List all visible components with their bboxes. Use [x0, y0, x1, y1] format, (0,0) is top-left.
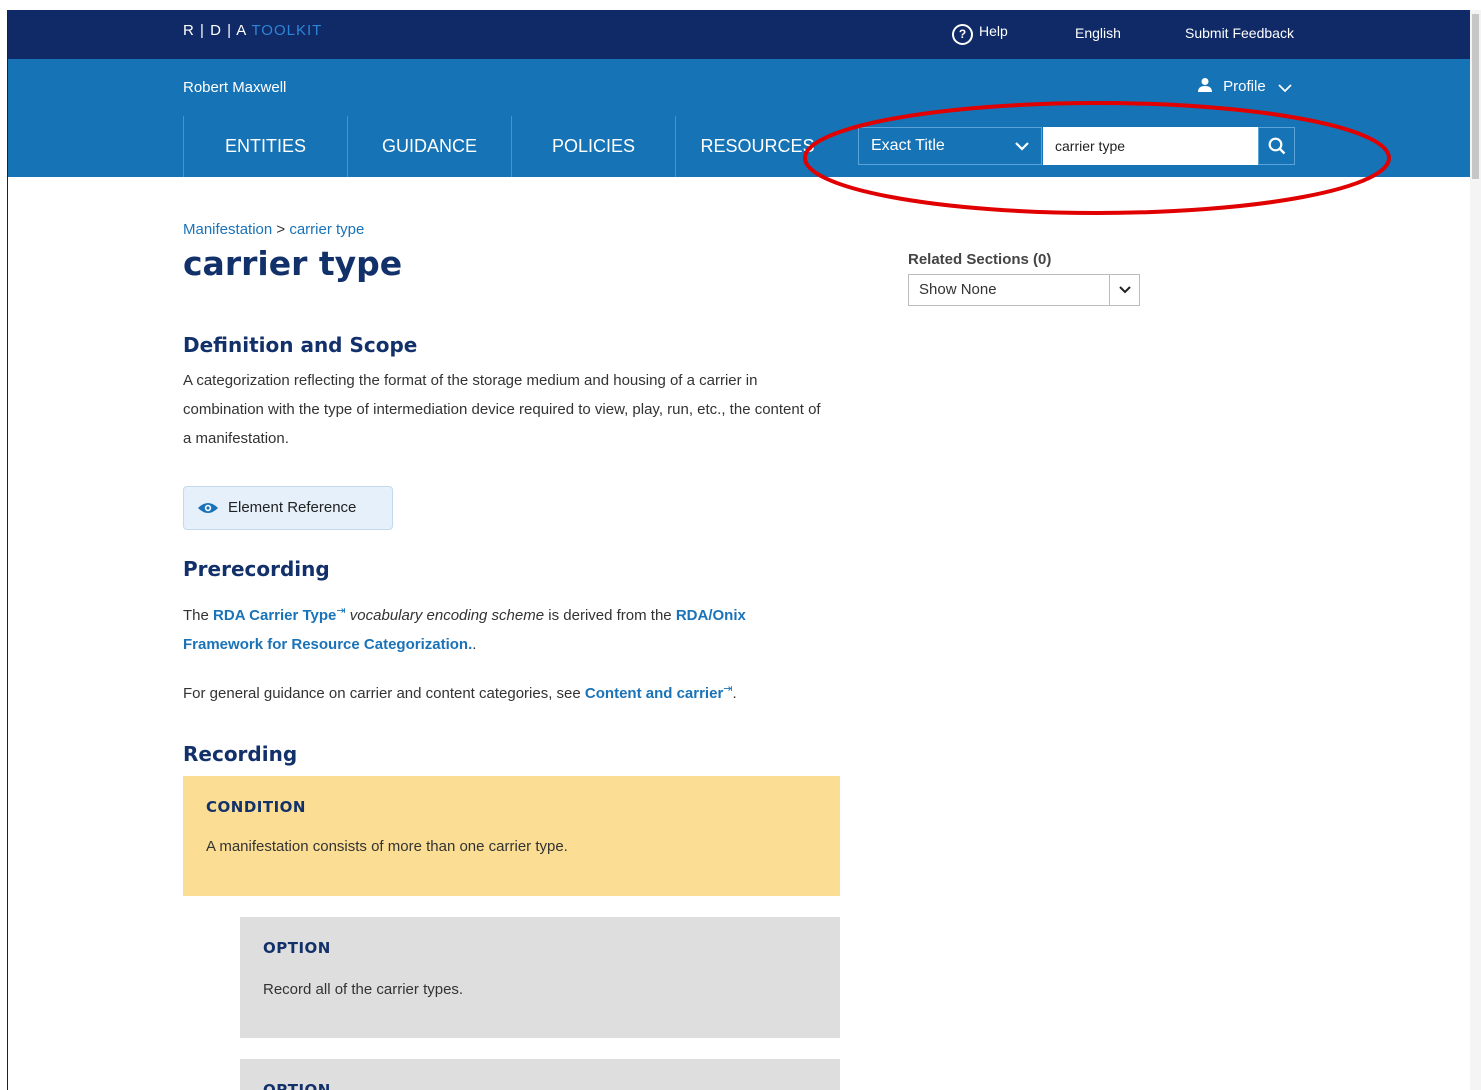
page-title: carrier type	[183, 244, 403, 283]
breadcrumb-separator: >	[276, 221, 286, 238]
nav-resources[interactable]: RESOURCES	[675, 116, 839, 177]
logo-toolkit: TOOLKIT	[251, 22, 323, 39]
language-link[interactable]: English	[1075, 25, 1121, 41]
question-circle-icon: ?	[952, 24, 973, 45]
rda-carrier-type-link[interactable]: RDA Carrier Type	[213, 607, 336, 624]
prerecording-paragraph-1: The RDA Carrier Type⇥ vocabulary encodin…	[183, 597, 823, 659]
option-label: OPTION	[263, 1081, 331, 1090]
chevron-down-icon	[1278, 84, 1292, 93]
main-header: Robert Maxwell Profile ENTITIES GUIDANCE…	[8, 59, 1470, 177]
chevron-down-icon	[1015, 128, 1029, 178]
magnifier-icon	[1268, 137, 1286, 155]
profile-menu[interactable]: Profile	[1197, 77, 1292, 95]
nav-entities[interactable]: ENTITIES	[183, 116, 347, 177]
select-divider	[1109, 275, 1110, 305]
related-sections-value: Show None	[919, 281, 997, 298]
rda-toolkit-logo[interactable]: R | D | A TOOLKIT	[183, 22, 322, 39]
profile-label: Profile	[1223, 78, 1266, 95]
text-the: The	[183, 607, 209, 624]
condition-box: CONDITION A manifestation consists of mo…	[183, 776, 840, 896]
prerecording-paragraph-2: For general guidance on carrier and cont…	[183, 675, 843, 708]
top-bar: R | D | A TOOLKIT ? Help English Submit F…	[8, 10, 1470, 59]
content-and-carrier-link[interactable]: Content and carrier	[585, 685, 723, 702]
breadcrumb-current[interactable]: carrier type	[289, 221, 364, 238]
option-box: OPTION Record all of the carrier types.	[240, 917, 840, 1038]
breadcrumb-manifestation[interactable]: Manifestation	[183, 221, 272, 238]
recording-heading: Recording	[183, 742, 298, 766]
text-period: .	[732, 685, 737, 702]
prerecording-heading: Prerecording	[183, 557, 330, 581]
definition-text: A categorization reflecting the format o…	[183, 372, 821, 447]
external-link-icon[interactable]: ⇥	[336, 605, 345, 617]
search-mode-select[interactable]: Exact Title	[858, 127, 1042, 165]
condition-label: CONDITION	[206, 798, 306, 816]
breadcrumb: Manifestation > carrier type	[183, 221, 364, 238]
option-label: OPTION	[263, 939, 331, 957]
related-sections-label: Related Sections (0)	[908, 251, 1052, 268]
condition-text: A manifestation consists of more than on…	[206, 838, 568, 855]
main-nav: ENTITIES GUIDANCE POLICIES RESOURCES	[183, 116, 839, 177]
search-button[interactable]	[1258, 127, 1295, 165]
option-box: OPTION	[240, 1059, 840, 1090]
element-reference-button[interactable]: Element Reference	[183, 486, 393, 530]
scrollbar-thumb[interactable]	[1472, 14, 1479, 179]
text-period: .	[472, 636, 477, 653]
submit-feedback-link[interactable]: Submit Feedback	[1185, 25, 1294, 41]
user-icon	[1198, 78, 1212, 92]
vocab-encoding-scheme: vocabulary encoding scheme	[349, 607, 545, 624]
search-mode-value: Exact Title	[871, 137, 945, 154]
help-link[interactable]: ? Help	[952, 23, 1008, 45]
nav-guidance[interactable]: GUIDANCE	[347, 116, 511, 177]
search-input[interactable]	[1043, 127, 1258, 165]
chevron-down-icon	[1119, 286, 1131, 294]
option-text: Record all of the carrier types.	[263, 981, 464, 998]
logo-main: R | D | A	[183, 22, 247, 39]
eye-icon	[198, 503, 218, 513]
external-link-icon[interactable]: ⇥	[723, 683, 732, 695]
help-label: Help	[979, 23, 1008, 39]
definition-heading: Definition and Scope	[183, 333, 418, 357]
screen-top-margin	[0, 0, 1481, 10]
element-reference-label: Element Reference	[228, 499, 357, 516]
user-name: Robert Maxwell	[183, 79, 287, 96]
related-sections-select[interactable]: Show None	[908, 274, 1140, 306]
text-derived: is derived from the	[548, 607, 672, 624]
text-general-guidance: For general guidance on carrier and cont…	[183, 685, 581, 702]
nav-policies[interactable]: POLICIES	[511, 116, 675, 177]
